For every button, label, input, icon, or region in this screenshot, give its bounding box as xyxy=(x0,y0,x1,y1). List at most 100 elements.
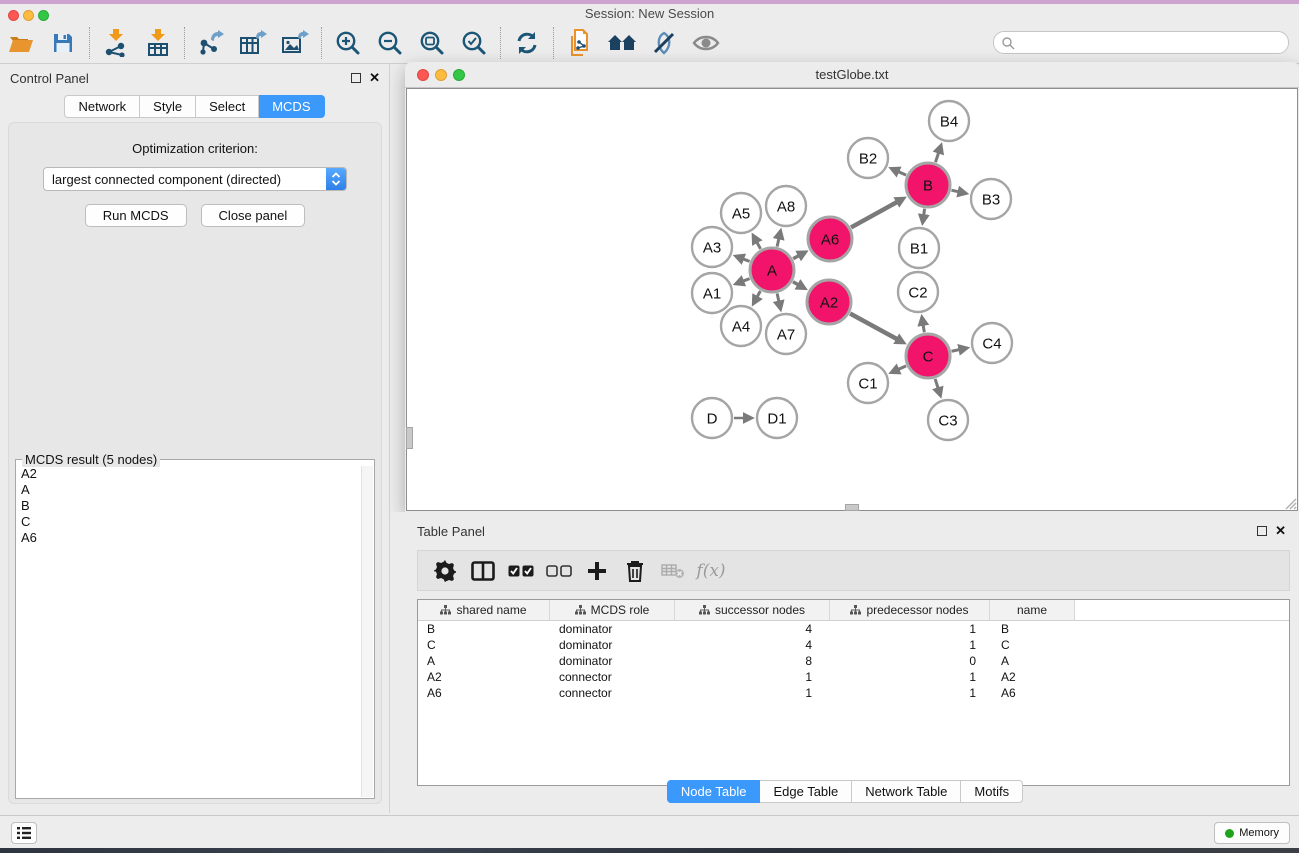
search-field[interactable] xyxy=(993,31,1289,54)
column-layout-icon[interactable] xyxy=(464,554,502,588)
result-item[interactable]: A xyxy=(17,482,361,498)
node-B2[interactable]: B2 xyxy=(848,138,888,178)
node-C2[interactable]: C2 xyxy=(898,272,938,312)
edge-A-A5[interactable] xyxy=(757,242,761,249)
tab-select[interactable]: Select xyxy=(196,95,259,118)
node-B[interactable]: B xyxy=(906,163,950,207)
node-D1[interactable]: D1 xyxy=(757,398,797,438)
close-panel-button[interactable]: Close panel xyxy=(201,204,306,227)
export-network-icon[interactable] xyxy=(190,26,232,60)
zoom-selected-icon[interactable] xyxy=(453,26,495,60)
optimization-criterion-select[interactable]: largest connected component (directed) xyxy=(43,167,347,191)
edge-A-A1[interactable] xyxy=(743,279,750,282)
tab-style[interactable]: Style xyxy=(140,95,196,118)
edge-B-B1[interactable] xyxy=(924,209,925,216)
mcds-result-list[interactable]: A2ABCA6 xyxy=(17,466,361,797)
node-C1[interactable]: C1 xyxy=(848,363,888,403)
canvas-vertical-scroll-thumb[interactable] xyxy=(406,427,413,449)
edge-A-A3[interactable] xyxy=(743,259,750,262)
edge-B-B2[interactable] xyxy=(898,172,906,176)
save-session-icon[interactable] xyxy=(42,26,84,60)
node-A1[interactable]: A1 xyxy=(692,273,732,313)
gear-icon[interactable] xyxy=(426,554,464,588)
result-item[interactable]: A2 xyxy=(17,466,361,482)
select-all-checks-icon[interactable] xyxy=(502,554,540,588)
node-C3[interactable]: C3 xyxy=(928,400,968,440)
tab-network-table[interactable]: Network Table xyxy=(852,780,961,803)
table-row[interactable]: A2connector11A2 xyxy=(418,669,1289,685)
delete-column-trash-icon[interactable] xyxy=(616,554,654,588)
column-header-shared-name[interactable]: shared name xyxy=(418,600,550,620)
deselect-all-checks-icon[interactable] xyxy=(540,554,578,588)
import-table-icon[interactable] xyxy=(137,26,179,60)
edge-C-C2[interactable] xyxy=(923,325,924,333)
table-row[interactable]: Adominator80A xyxy=(418,653,1289,669)
column-header-successor-nodes[interactable]: successor nodes xyxy=(675,600,830,620)
zoom-in-icon[interactable] xyxy=(327,26,369,60)
network-window-titlebar[interactable]: testGlobe.txt xyxy=(405,62,1299,88)
node-C[interactable]: C xyxy=(906,334,950,378)
node-A2[interactable]: A2 xyxy=(807,280,851,324)
table-row[interactable]: Bdominator41B xyxy=(418,621,1289,637)
node-A5[interactable]: A5 xyxy=(721,193,761,233)
show-hide-eye-icon[interactable] xyxy=(685,26,727,60)
float-panel-icon[interactable] xyxy=(351,73,361,83)
edge-A-A2[interactable] xyxy=(793,282,799,285)
node-A[interactable]: A xyxy=(750,248,794,292)
export-image-icon[interactable] xyxy=(274,26,316,60)
tab-node-table[interactable]: Node Table xyxy=(667,780,761,803)
open-file-icon[interactable] xyxy=(0,26,42,60)
canvas-horizontal-scroll-thumb[interactable] xyxy=(845,504,859,511)
column-header-predecessor-nodes[interactable]: predecessor nodes xyxy=(830,600,990,620)
toggle-graphics-details-icon[interactable] xyxy=(643,26,685,60)
edge-C-C1[interactable] xyxy=(898,366,906,370)
edge-A-A4[interactable] xyxy=(757,291,760,297)
tab-network[interactable]: Network xyxy=(64,95,140,118)
search-input[interactable] xyxy=(1015,36,1288,50)
resize-grip-icon[interactable] xyxy=(1282,495,1297,510)
add-column-icon[interactable] xyxy=(578,554,616,588)
run-mcds-button[interactable]: Run MCDS xyxy=(85,204,187,227)
node-A4[interactable]: A4 xyxy=(721,306,761,346)
edge-A-A7[interactable] xyxy=(777,293,779,301)
column-header-name[interactable]: name xyxy=(990,600,1075,620)
edge-A2-C[interactable] xyxy=(850,313,897,339)
edge-C-C3[interactable] xyxy=(935,379,938,389)
task-history-button[interactable] xyxy=(11,822,37,844)
node-B1[interactable]: B1 xyxy=(899,228,939,268)
import-network-icon[interactable] xyxy=(95,26,137,60)
edge-A-A6[interactable] xyxy=(793,255,799,258)
column-header-MCDS-role[interactable]: MCDS role xyxy=(550,600,675,620)
node-A3[interactable]: A3 xyxy=(692,227,732,267)
node-C4[interactable]: C4 xyxy=(972,323,1012,363)
node-A8[interactable]: A8 xyxy=(766,186,806,226)
result-scrollbar[interactable] xyxy=(361,466,373,797)
zoom-out-icon[interactable] xyxy=(369,26,411,60)
node-A6[interactable]: A6 xyxy=(808,217,852,261)
tab-mcds[interactable]: MCDS xyxy=(259,95,324,118)
node-B3[interactable]: B3 xyxy=(971,179,1011,219)
table-close-panel-icon[interactable]: ✕ xyxy=(1275,523,1286,539)
clone-network-icon[interactable] xyxy=(559,26,601,60)
table-row[interactable]: Cdominator41C xyxy=(418,637,1289,653)
close-panel-icon[interactable]: ✕ xyxy=(369,70,380,86)
network-canvas[interactable]: A A1 A2 A3 A4 A5 A6 A7 A8 B B1 B2 B3B4 C C1 C2 C3C4 D D1 xyxy=(406,88,1298,511)
result-item[interactable]: A6 xyxy=(17,530,361,546)
edge-B-B4[interactable] xyxy=(935,152,938,162)
memory-button[interactable]: Memory xyxy=(1214,822,1290,844)
result-item[interactable]: B xyxy=(17,498,361,514)
table-row[interactable]: A6connector11A6 xyxy=(418,685,1289,701)
node-A7[interactable]: A7 xyxy=(766,314,806,354)
table-float-panel-icon[interactable] xyxy=(1257,526,1267,536)
edge-B-B3[interactable] xyxy=(951,190,958,192)
edge-C-C4[interactable] xyxy=(952,350,960,352)
home-view-icon[interactable] xyxy=(601,26,643,60)
zoom-fit-icon[interactable] xyxy=(411,26,453,60)
export-table-icon[interactable] xyxy=(232,26,274,60)
tab-edge-table[interactable]: Edge Table xyxy=(760,780,852,803)
node-B4[interactable]: B4 xyxy=(929,101,969,141)
edge-A6-B[interactable] xyxy=(851,202,897,228)
node-D[interactable]: D xyxy=(692,398,732,438)
edge-A-A8[interactable] xyxy=(777,238,779,246)
result-item[interactable]: C xyxy=(17,514,361,530)
